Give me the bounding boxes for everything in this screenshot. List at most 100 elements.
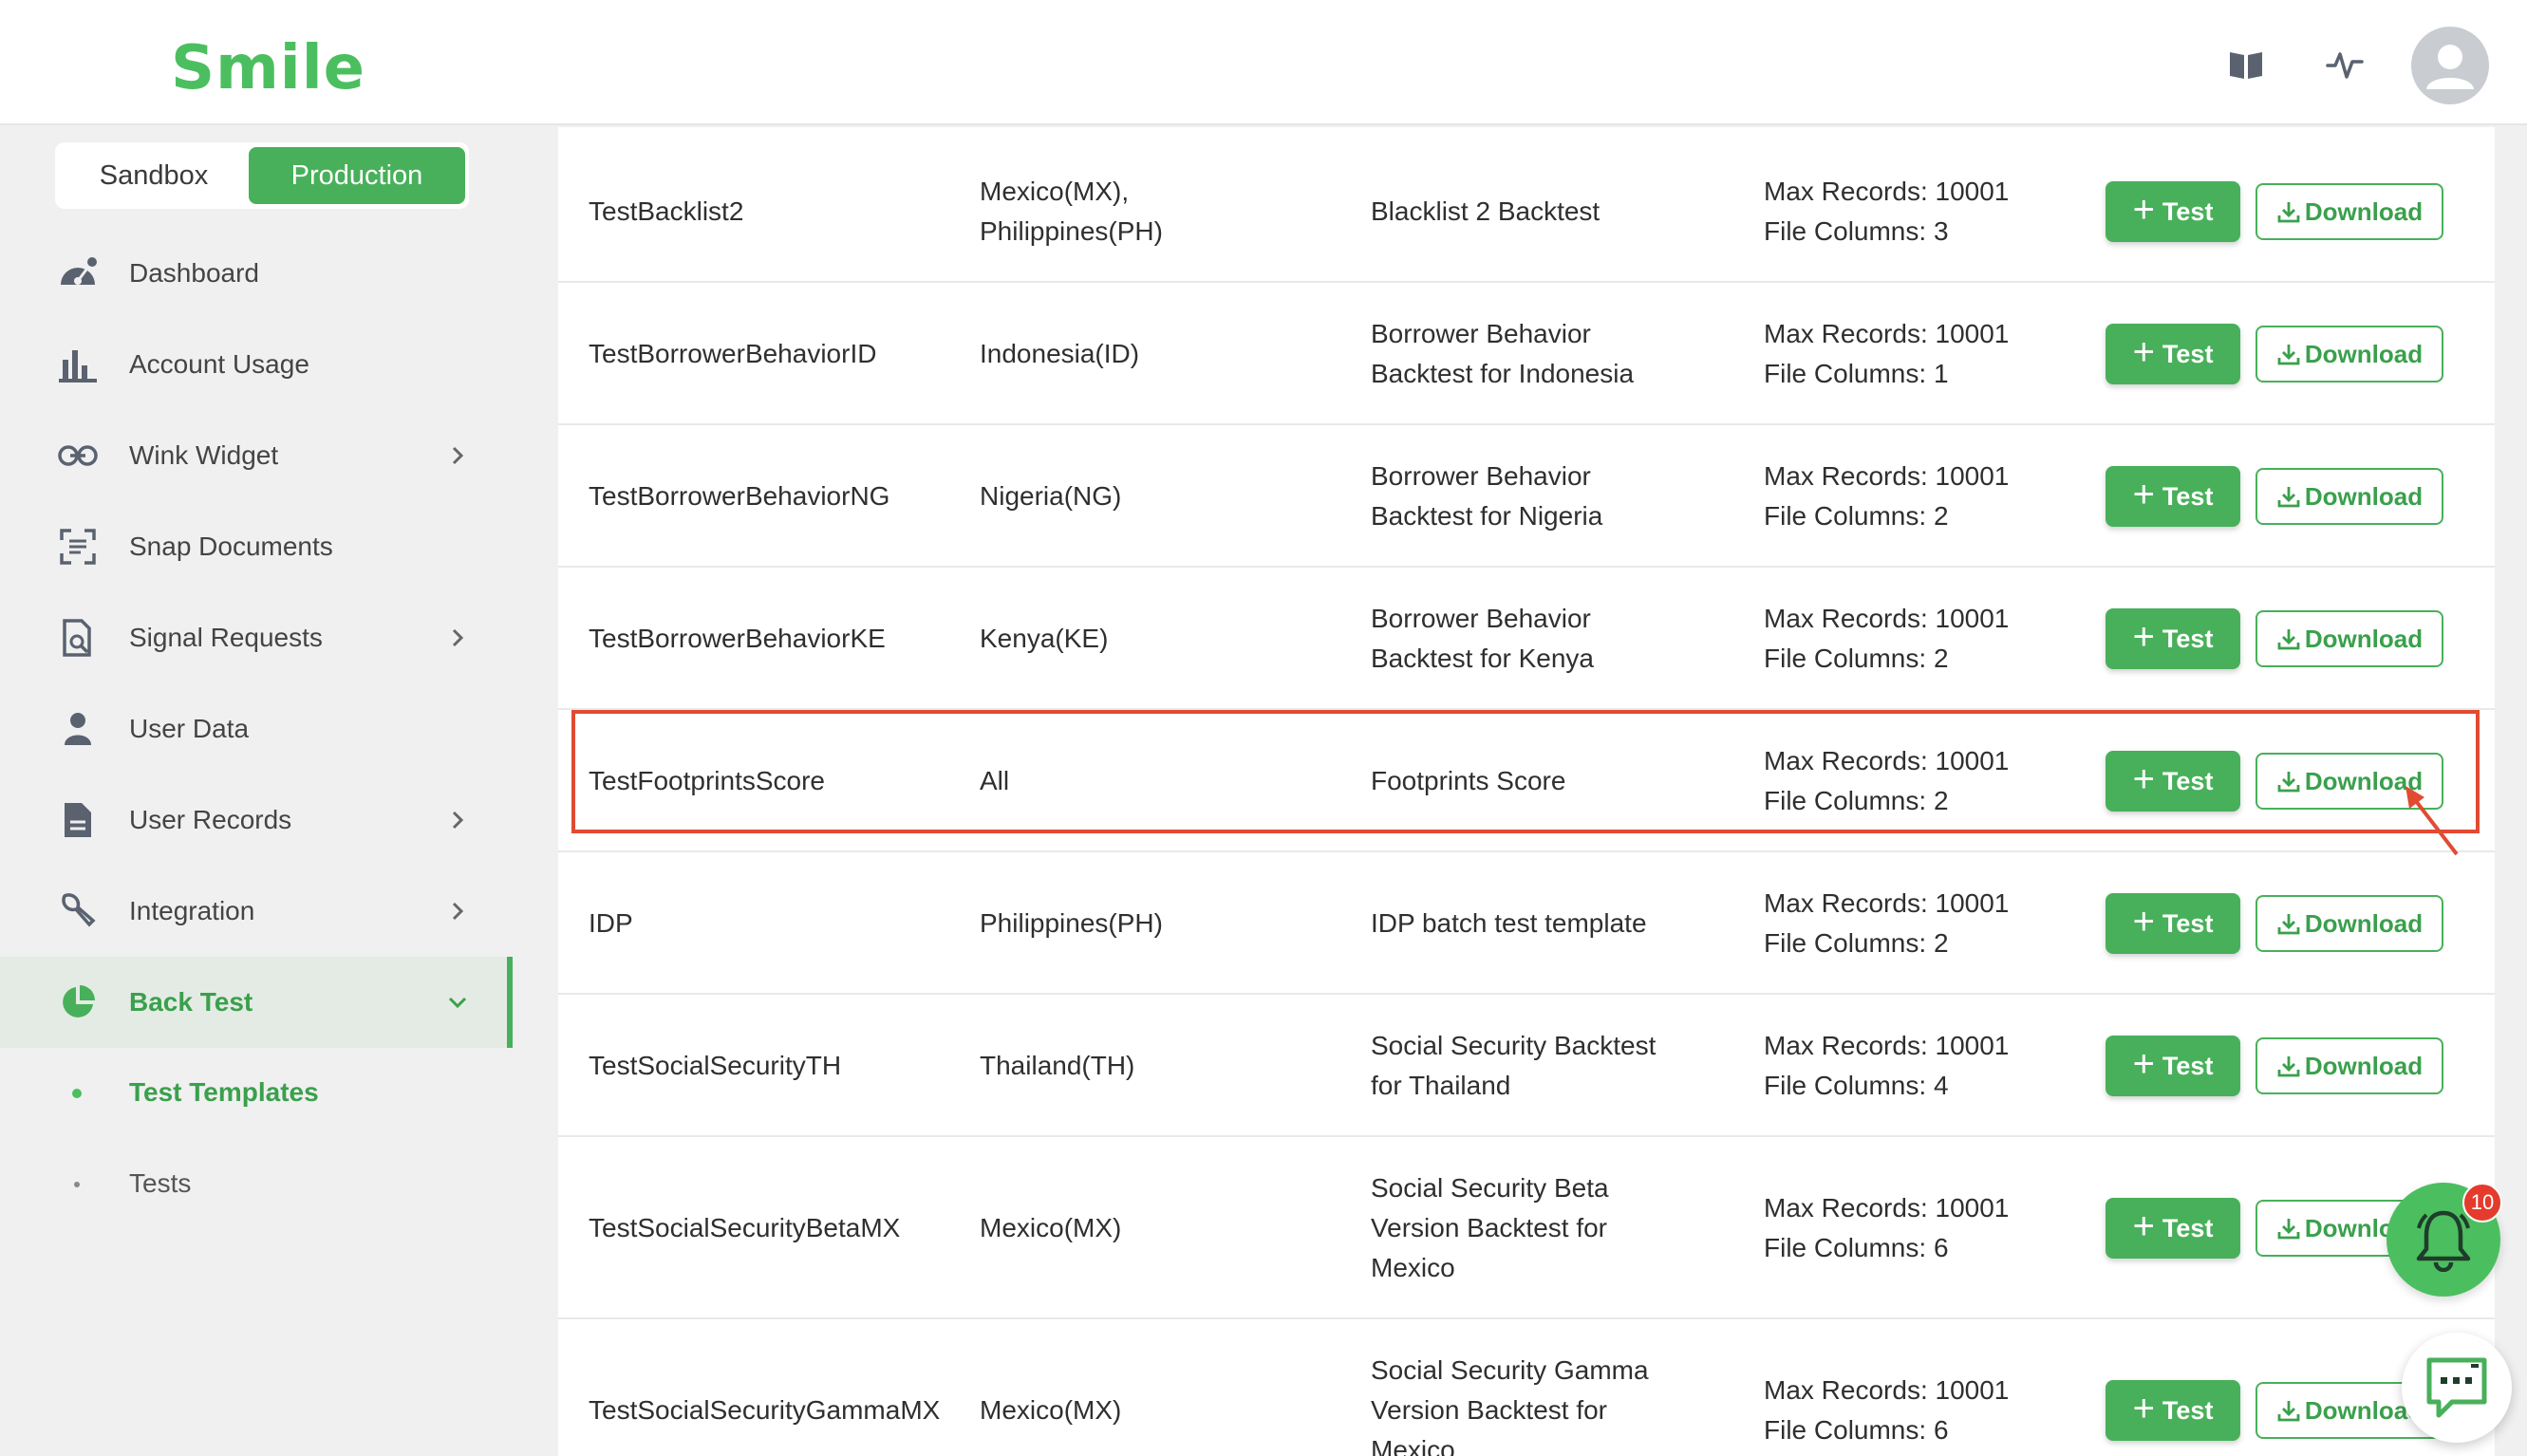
- pointer-arrow-icon: [2405, 786, 2459, 856]
- chevron-down-icon: [444, 989, 471, 1016]
- download-icon: [2277, 487, 2300, 508]
- sidebar-item-dashboard[interactable]: Dashboard: [0, 228, 513, 319]
- plus-icon: +: [2132, 189, 2155, 231]
- template-name: TestSocialSecurityTH: [589, 1046, 841, 1086]
- template-info: Max Records: 10001 File Columns: 2: [1764, 884, 2039, 963]
- download-button[interactable]: Download: [2256, 468, 2443, 525]
- test-button[interactable]: + Test: [2106, 1198, 2240, 1259]
- template-name: TestSocialSecurityGammaMX: [589, 1391, 940, 1430]
- template-info: Max Records: 10001 File Columns: 2: [1764, 599, 2039, 679]
- download-button[interactable]: Download: [2256, 895, 2443, 952]
- download-button[interactable]: Download: [2256, 183, 2443, 240]
- template-country-line: All: [980, 766, 1010, 795]
- book-icon[interactable]: [2223, 42, 2269, 87]
- sidebar-item-integration[interactable]: Integration: [0, 866, 513, 957]
- test-button-label: Test: [2162, 1395, 2214, 1425]
- template-description: Footprints Score: [1371, 761, 1713, 801]
- template-name-text: TestBorrowerBehaviorID: [589, 339, 877, 368]
- test-button[interactable]: + Test: [2106, 751, 2240, 812]
- user-avatar-icon[interactable]: [2411, 27, 2489, 104]
- sidebar: Sandbox Production Dashboard Account Usa…: [0, 127, 513, 1456]
- chat-button[interactable]: [2402, 1333, 2512, 1443]
- template-info-line: File Columns: 4: [1764, 1071, 1949, 1100]
- template-info-line: Max Records: 10001: [1764, 1031, 2010, 1060]
- template-country: Nigeria(NG): [980, 476, 1340, 516]
- bullet-icon: [72, 1089, 82, 1098]
- template-name: IDP: [589, 904, 633, 943]
- sidebar-item-account-usage[interactable]: Account Usage: [0, 319, 513, 410]
- template-name-text: TestSocialSecurityGammaMX: [589, 1395, 941, 1425]
- template-name-text: TestSocialSecurityTH: [589, 1051, 842, 1080]
- activity-icon[interactable]: [2322, 42, 2368, 87]
- production-toggle[interactable]: Production: [249, 147, 465, 204]
- plus-icon: +: [2132, 901, 2155, 943]
- sidebar-item-user-data[interactable]: User Data: [0, 683, 513, 775]
- template-description: Social Security Backtest for Thailand: [1371, 1026, 1713, 1106]
- test-button[interactable]: + Test: [2106, 1380, 2240, 1441]
- download-button[interactable]: Download: [2256, 326, 2443, 383]
- sidebar-item-snap-documents[interactable]: Snap Documents: [0, 501, 513, 592]
- sandbox-toggle[interactable]: Sandbox: [59, 147, 249, 204]
- test-button-label: Test: [2162, 1213, 2214, 1242]
- sidebar-subitem-test-templates[interactable]: Test Templates: [0, 1050, 513, 1135]
- template-country-line: Mexico(MX): [980, 1395, 1122, 1425]
- sidebar-item-signal-requests[interactable]: Signal Requests: [0, 592, 513, 683]
- template-description: Social Security Beta Version Backtest for…: [1371, 1168, 1713, 1288]
- template-country-line: Mexico(MX),: [980, 177, 1130, 206]
- template-name: TestSocialSecurityBetaMX: [589, 1208, 900, 1248]
- template-info-line: Max Records: 10001: [1764, 1375, 2010, 1405]
- download-button-label: Download: [2304, 339, 2424, 368]
- download-icon: [2277, 772, 2300, 793]
- chevron-right-icon: [444, 442, 471, 469]
- download-button[interactable]: Download: [2256, 1037, 2443, 1094]
- test-button[interactable]: + Test: [2106, 893, 2240, 954]
- test-button[interactable]: + Test: [2106, 324, 2240, 384]
- template-info-line: File Columns: 3: [1764, 216, 1949, 246]
- bar-chart-icon: [57, 345, 99, 383]
- test-button[interactable]: + Test: [2106, 1036, 2240, 1096]
- template-info-line: File Columns: 6: [1764, 1415, 1949, 1445]
- template-description: IDP batch test template: [1371, 904, 1713, 943]
- sidebar-item-user-records[interactable]: User Records: [0, 775, 513, 866]
- table-row: TestBacklist2 Mexico(MX), Philippines(PH) B…: [558, 140, 2495, 283]
- template-description-line: Footprints Score: [1371, 766, 1566, 795]
- template-description-line: Mexico: [1371, 1435, 1455, 1456]
- template-description: Borrower Behavior Backtest for Kenya: [1371, 599, 1713, 679]
- file-icon: [57, 801, 99, 839]
- template-name: TestFootprintsScore: [589, 761, 825, 801]
- sidebar-item-wink-widget[interactable]: Wink Widget: [0, 410, 513, 501]
- template-description-line: Mexico: [1371, 1253, 1455, 1282]
- plus-icon: +: [2132, 758, 2155, 800]
- smile-logo[interactable]: Smile: [171, 34, 365, 103]
- plus-icon: +: [2132, 1388, 2155, 1429]
- template-country-line: Mexico(MX): [980, 1213, 1122, 1242]
- template-description: Blacklist 2 Backtest: [1371, 192, 1713, 232]
- template-name-text: TestBorrowerBehaviorNG: [589, 481, 890, 511]
- sidebar-item-back-test[interactable]: Back Test: [0, 957, 513, 1048]
- test-button[interactable]: + Test: [2106, 466, 2240, 527]
- template-info: Max Records: 10001 File Columns: 1: [1764, 314, 2039, 394]
- template-info-line: File Columns: 2: [1764, 501, 1949, 531]
- download-button[interactable]: Download: [2256, 610, 2443, 667]
- template-description-line: Backtest for Kenya: [1371, 644, 1595, 673]
- chevron-right-icon: [444, 625, 471, 651]
- test-button[interactable]: + Test: [2106, 608, 2240, 669]
- template-info: Max Records: 10001 File Columns: 6: [1764, 1188, 2039, 1268]
- sidebar-subitem-tests[interactable]: Tests: [0, 1141, 513, 1226]
- template-info: Max Records: 10001 File Columns: 4: [1764, 1026, 2039, 1106]
- table-row: TestBorrowerBehaviorKE Kenya(KE) Borrower …: [558, 568, 2495, 710]
- template-info-line: Max Records: 10001: [1764, 888, 2010, 918]
- template-description-line: Borrower Behavior: [1371, 319, 1591, 348]
- templates-table: TestBacklist2 Mexico(MX), Philippines(PH) B…: [558, 127, 2495, 1456]
- download-button-label: Download: [2304, 1051, 2424, 1080]
- download-icon: [2277, 1219, 2300, 1240]
- test-button[interactable]: + Test: [2106, 181, 2240, 242]
- template-country-line: Philippines(PH): [980, 908, 1163, 938]
- top-bar: Smile: [0, 0, 2527, 125]
- plus-icon: +: [2132, 616, 2155, 658]
- template-country: Philippines(PH): [980, 904, 1340, 943]
- template-description-line: Backtest for Nigeria: [1371, 501, 1603, 531]
- chevron-right-icon: [444, 898, 471, 924]
- template-info-line: Max Records: 10001: [1764, 1193, 2010, 1223]
- template-info-line: Max Records: 10001: [1764, 604, 2010, 633]
